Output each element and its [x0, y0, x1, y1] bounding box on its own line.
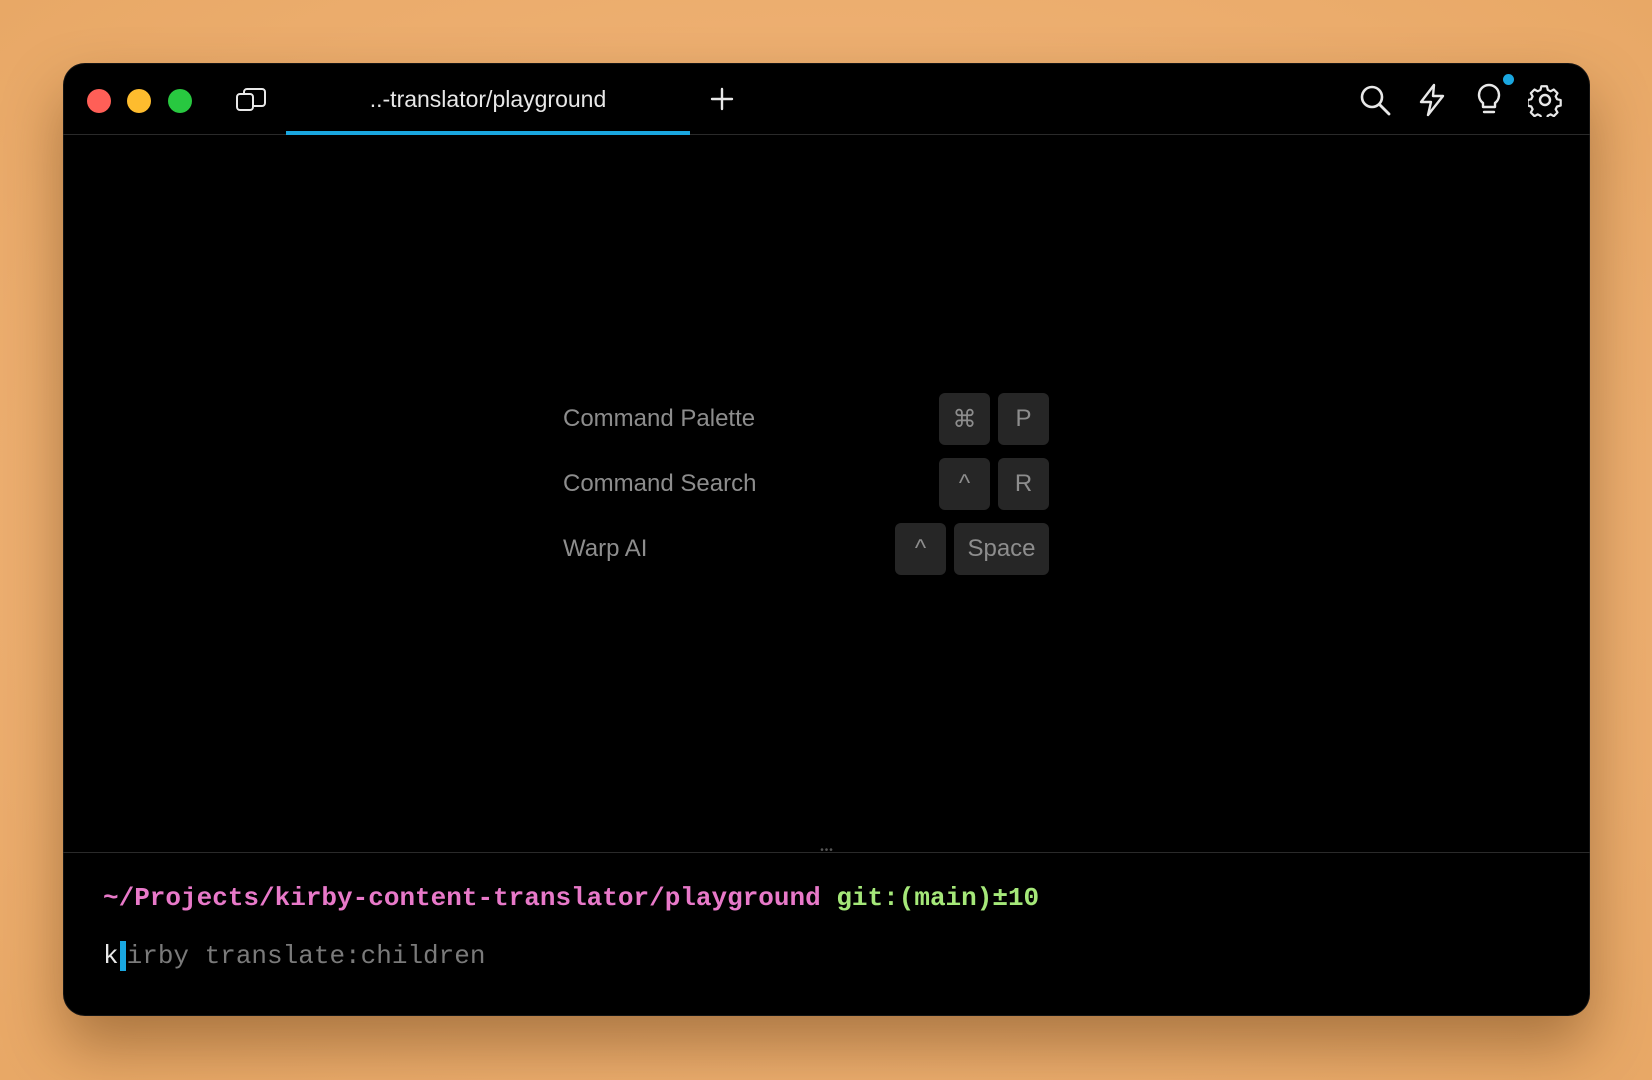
- notification-dot: [1503, 74, 1514, 85]
- bolt-icon: [1419, 83, 1445, 117]
- shortcut-key: ^: [939, 458, 990, 510]
- shortcut-command-search[interactable]: Command Search ^ R: [563, 458, 1093, 512]
- terminal-window: ..-translator/playground Command Palette…: [63, 63, 1590, 1016]
- workflows-button[interactable]: [1413, 81, 1451, 119]
- settings-button[interactable]: [1526, 81, 1564, 119]
- tips-button[interactable]: [1470, 81, 1508, 119]
- zoom-window-button[interactable]: [168, 89, 192, 113]
- active-tab-indicator: [286, 131, 690, 135]
- prompt-path: ~/Projects/kirby-content-translator/play…: [103, 883, 821, 913]
- shortcut-key: Space: [954, 523, 1049, 575]
- close-window-button[interactable]: [87, 89, 111, 113]
- shortcut-key: ^: [895, 523, 946, 575]
- shortcut-key: ⌘: [939, 393, 990, 445]
- shortcut-command-palette[interactable]: Command Palette ⌘ P: [563, 393, 1093, 447]
- shortcut-key: P: [998, 393, 1049, 445]
- command-input[interactable]: k irby translate:children: [103, 941, 485, 971]
- minimize-window-button[interactable]: [127, 89, 151, 113]
- shortcut-warp-ai[interactable]: Warp AI ^ Space: [563, 523, 1093, 577]
- plus-icon: [710, 87, 734, 111]
- shortcut-label: Command Search: [563, 470, 757, 497]
- tabs-panel-icon: [236, 88, 266, 111]
- prompt-git-status: git:(main)±10: [836, 883, 1040, 913]
- shortcut-label: Warp AI: [563, 535, 648, 562]
- typed-text: k: [103, 941, 119, 971]
- text-cursor: [119, 941, 126, 971]
- tabs-panel-button[interactable]: [233, 85, 269, 115]
- autosuggestion: irby translate:children: [126, 941, 486, 971]
- gear-icon: [1528, 85, 1562, 117]
- title-bar: ..-translator/playground: [63, 63, 1590, 135]
- prompt-line: ~/Projects/kirby-content-translator/play…: [103, 883, 1039, 913]
- search-icon: [1360, 85, 1391, 116]
- tab-label: ..-translator/playground: [369, 85, 607, 112]
- search-button[interactable]: [1356, 81, 1394, 119]
- shortcut-label: Command Palette: [563, 405, 756, 432]
- shortcut-key: R: [998, 458, 1049, 510]
- resize-handle[interactable]: •••: [813, 846, 841, 856]
- tab-playground[interactable]: ..-translator/playground: [286, 63, 690, 135]
- lightbulb-icon: [1477, 83, 1501, 114]
- new-tab-button[interactable]: [706, 83, 738, 115]
